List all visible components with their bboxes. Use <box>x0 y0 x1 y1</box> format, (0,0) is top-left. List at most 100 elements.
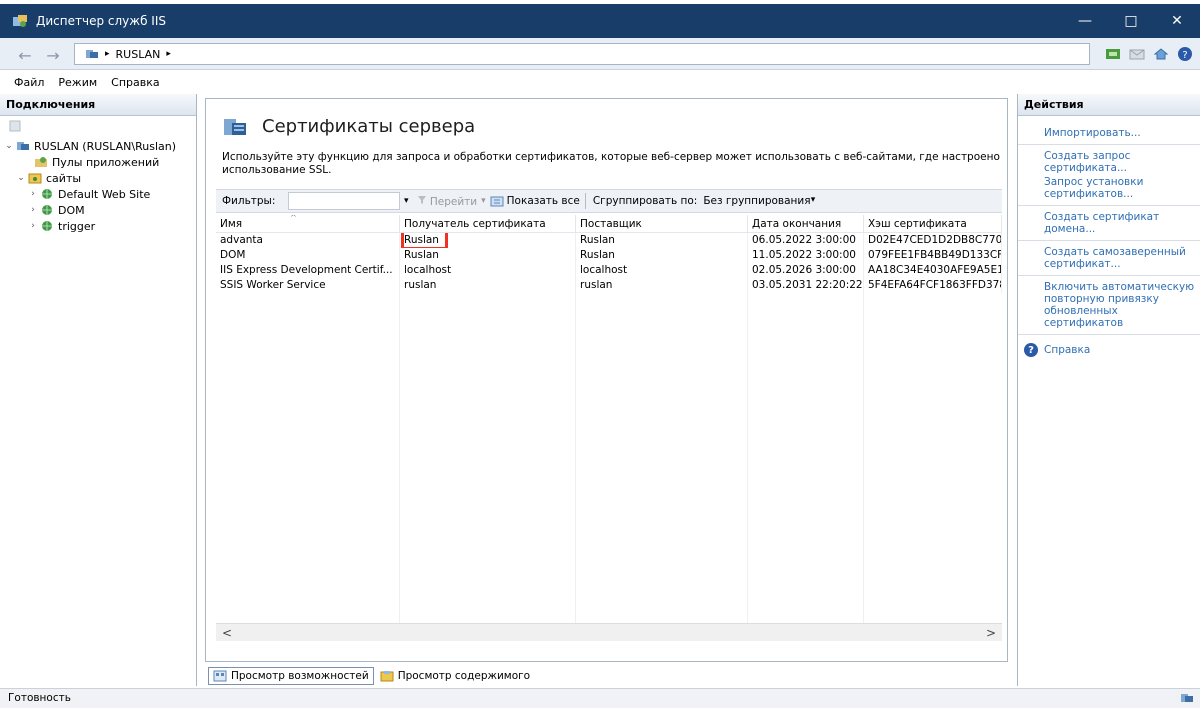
tree-node-default-web-site[interactable]: › Default Web Site <box>4 186 196 202</box>
home-icon[interactable] <box>1152 45 1170 63</box>
action-help[interactable]: ? Справка <box>1018 335 1200 357</box>
filter-input[interactable] <box>288 192 400 210</box>
help-icon[interactable]: ? <box>1176 45 1194 63</box>
iis-manager-icon <box>13 15 27 27</box>
crumb-sep-icon: ▸ <box>105 49 110 59</box>
mail-icon[interactable] <box>1128 45 1146 63</box>
group-by-select[interactable]: Без группирования ▾ <box>703 195 815 207</box>
tree-node-trigger[interactable]: › trigger <box>4 218 196 234</box>
action-group: Включить автоматическую повторную привяз… <box>1018 276 1200 335</box>
scroll-right-button[interactable]: > <box>986 626 996 640</box>
cell-issuer: Ruslan <box>576 248 748 263</box>
connections-toolbar <box>0 116 196 138</box>
tree-node-server[interactable]: ⌄ RUSLAN (RUSLAN\Ruslan) <box>4 138 196 154</box>
help-icon: ? <box>1024 343 1038 357</box>
expand-icon[interactable]: › <box>28 205 38 215</box>
cell-subject: Ruslan <box>400 248 576 263</box>
cell-name: advanta <box>216 233 400 248</box>
cell-name: IIS Express Development Certif... <box>216 263 400 278</box>
column-header-hash[interactable]: Хэш сертификата <box>864 215 1002 232</box>
cell-hash: 5F4EFA64FCF1863FFD3787 <box>864 278 1002 293</box>
cell-issuer: Ruslan <box>576 233 748 248</box>
cell-hash: AA18C34E4030AFE9A5E12 <box>864 263 1002 278</box>
show-all-icon <box>490 196 504 207</box>
website-globe-icon <box>42 205 52 215</box>
action-group: Импортировать... <box>1018 122 1200 145</box>
connections-tree: ⌄ RUSLAN (RUSLAN\Ruslan) Пулы приложений… <box>0 138 196 234</box>
maximize-button[interactable]: □ <box>1108 4 1154 38</box>
column-header-issuer[interactable]: Поставщик <box>576 215 748 232</box>
group-by-label: Сгруппировать по: <box>592 195 698 207</box>
column-header-subject[interactable]: Получатель сертификата <box>400 215 576 232</box>
table-row[interactable]: IIS Express Development Certif... localh… <box>216 263 1002 278</box>
actions-pane: Действия Импортировать... Создать запрос… <box>1017 94 1200 686</box>
back-button[interactable]: ← <box>14 45 36 65</box>
cell-expiry: 06.05.2022 3:00:00 <box>748 233 864 248</box>
menu-view[interactable]: Режим <box>58 76 97 89</box>
go-button[interactable]: Перейти <box>417 195 477 208</box>
show-all-button[interactable]: Показать все <box>490 195 580 207</box>
table-row[interactable]: DOM Ruslan Ruslan 11.05.2022 3:00:00 079… <box>216 248 1002 263</box>
tab-content-view[interactable]: Просмотр содержимого <box>376 667 534 685</box>
save-connection-icon[interactable] <box>8 120 22 132</box>
action-create-domain-cert[interactable]: Создать сертификат домена... <box>1044 210 1200 236</box>
cell-name: DOM <box>216 248 400 263</box>
feature-panel: Сертификаты сервера Используйте эту функ… <box>205 98 1008 662</box>
connect-icon[interactable] <box>1104 45 1122 63</box>
tab-features-view[interactable]: Просмотр возможностей <box>208 667 374 685</box>
tree-node-dom[interactable]: › DOM <box>4 202 196 218</box>
sort-ascending-icon: ^ <box>290 215 297 222</box>
app-pool-icon <box>35 157 47 167</box>
minimize-button[interactable]: — <box>1062 4 1108 38</box>
go-dropdown-icon[interactable]: ▾ <box>481 196 486 206</box>
expand-icon[interactable]: ⌄ <box>4 141 14 151</box>
filter-dropdown-icon[interactable]: ▾ <box>404 196 409 206</box>
crumb-sep-icon[interactable]: ▸ <box>166 49 171 59</box>
filter-bar: Фильтры: ▾ Перейти ▾ Показать все Сгрупп… <box>216 189 1002 213</box>
action-import[interactable]: Импортировать... <box>1044 126 1200 140</box>
actions-list: Импортировать... Создать запрос сертифик… <box>1018 116 1200 357</box>
column-header-name[interactable]: Имя ^ <box>216 215 400 232</box>
action-complete-request[interactable]: Запрос установки сертификатов... <box>1044 175 1200 201</box>
cell-subject: Ruslan <box>400 233 576 248</box>
features-view-icon <box>213 670 227 682</box>
status-bar: Готовность <box>0 688 1200 708</box>
table-row[interactable]: SSIS Worker Service ruslan ruslan 03.05.… <box>216 278 1002 293</box>
horizontal-scrollbar[interactable]: < > <box>216 623 1002 641</box>
menu-bar: Файл Режим Справка <box>0 71 1200 93</box>
cell-hash: 079FEE1FB4BB49D133CFAI <box>864 248 1002 263</box>
address-box[interactable]: ▸ RUSLAN ▸ <box>74 43 1090 65</box>
expand-icon[interactable]: ⌄ <box>16 173 26 183</box>
breadcrumb-server[interactable]: RUSLAN <box>116 48 161 61</box>
server-certificates-icon <box>224 119 246 135</box>
network-status-icon <box>1181 694 1193 702</box>
certificates-table: Имя ^ Получатель сертификата Поставщик Д… <box>216 215 1002 633</box>
menu-file[interactable]: Файл <box>14 76 44 89</box>
view-tabs: Просмотр возможностей Просмотр содержимо… <box>208 666 534 686</box>
expand-icon[interactable]: › <box>28 221 38 231</box>
cell-subject: localhost <box>400 263 576 278</box>
title-bar: Диспетчер служб IIS — □ ✕ <box>0 4 1200 38</box>
action-create-self-signed[interactable]: Создать самозаверенный сертификат... <box>1044 245 1200 271</box>
status-text: Готовность <box>8 692 71 704</box>
tree-node-app-pools[interactable]: Пулы приложений <box>4 154 196 170</box>
tree-label: RUSLAN (RUSLAN\Ruslan) <box>34 139 177 153</box>
table-header: Имя ^ Получатель сертификата Поставщик Д… <box>216 215 1002 233</box>
help-link[interactable]: Справка <box>1044 343 1090 357</box>
cell-subject-text: Ruslan <box>404 234 439 246</box>
scroll-left-button[interactable]: < <box>222 626 232 640</box>
action-create-request[interactable]: Создать запрос сертификата... <box>1044 149 1200 175</box>
forward-button[interactable]: → <box>42 45 64 65</box>
table-row[interactable]: advanta Ruslan Ruslan 06.05.2022 3:00:00… <box>216 233 1002 248</box>
funnel-icon <box>417 195 426 204</box>
column-header-expiry[interactable]: Дата окончания <box>748 215 864 232</box>
expand-icon[interactable]: › <box>28 189 38 199</box>
action-group: Создать запрос сертификата... Запрос уст… <box>1018 145 1200 206</box>
tree-label: DOM <box>58 203 85 217</box>
menu-help[interactable]: Справка <box>111 76 159 89</box>
action-auto-rebind[interactable]: Включить автоматическую повторную привяз… <box>1044 280 1200 330</box>
close-button[interactable]: ✕ <box>1154 4 1200 38</box>
tree-node-sites[interactable]: ⌄ сайты <box>4 170 196 186</box>
tree-label: Пулы приложений <box>52 155 160 169</box>
page-description: Используйте эту функцию для запроса и об… <box>222 151 1000 176</box>
